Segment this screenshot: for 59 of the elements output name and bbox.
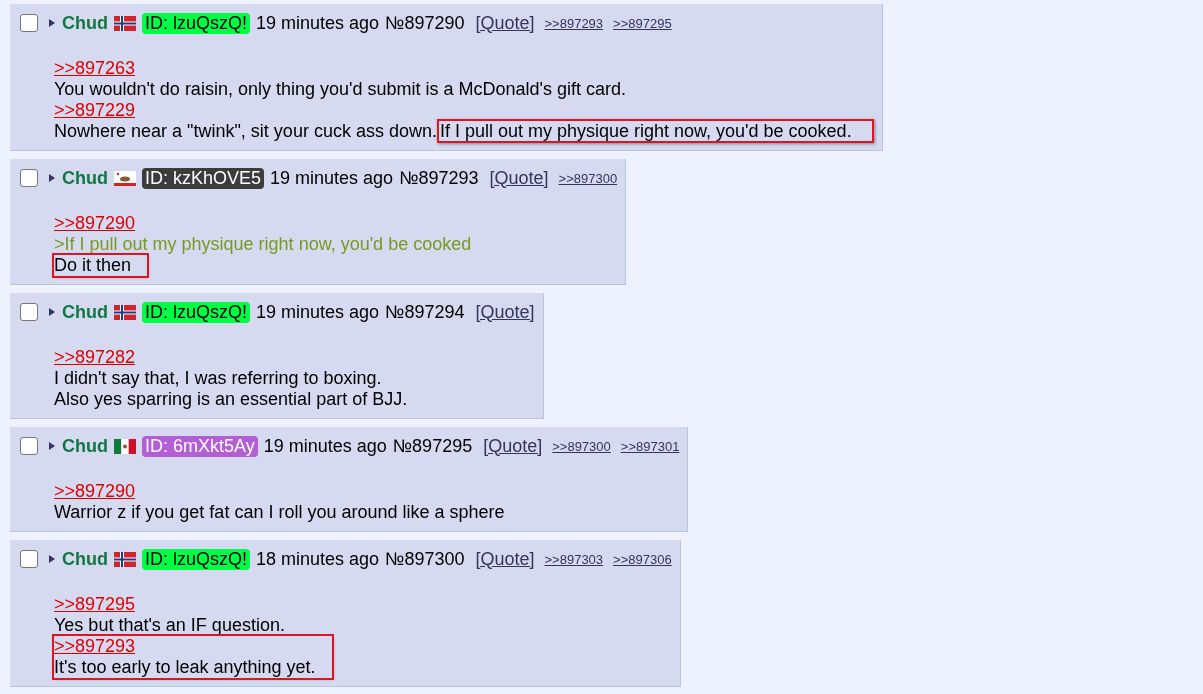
poster-name: Chud <box>62 548 108 570</box>
backlink[interactable]: >>897303 <box>544 551 604 567</box>
quote-reference-link[interactable]: >>897282 <box>54 347 136 367</box>
quote-link[interactable]: [Quote] <box>483 435 543 457</box>
backlink[interactable]: >>897306 <box>613 551 672 567</box>
poster-id-badge[interactable]: ID: lzuQszQ! <box>142 12 250 34</box>
poster-id-badge[interactable]: ID: 6mXkt5Ay <box>142 435 258 457</box>
post-text: Yes but that's an IF question. <box>54 615 285 635</box>
poster-id-badge[interactable]: ID: lzuQszQ! <box>142 301 250 323</box>
quote-reference-link[interactable]: >>897229 <box>54 100 136 120</box>
quote-reference-link[interactable]: >>897263 <box>54 58 136 78</box>
post-text: You wouldn't do raisin, only thing you'd submit is a McDonald's gift card. <box>54 79 626 99</box>
poster-name: Chud <box>62 435 108 457</box>
backlink[interactable]: >>897293 <box>544 15 604 31</box>
post-text: Also yes sparring is an essential part of BJJ. <box>54 389 408 409</box>
quote-link[interactable]: [Quote] <box>475 12 535 34</box>
backlink[interactable]: >>897300 <box>558 170 618 186</box>
post-number[interactable]: №897295 <box>392 435 473 457</box>
post-number[interactable]: №897293 <box>399 167 479 189</box>
highlighted-text: If I pull out my physique right now, you'd be cooked. <box>436 119 874 143</box>
post-text: It's too early to leak anything yet. <box>54 657 316 677</box>
quote-reference-link[interactable]: >>897295 <box>54 594 136 614</box>
checkbox[interactable] <box>20 169 38 187</box>
backlink[interactable]: >>897295 <box>613 15 672 31</box>
checkbox[interactable] <box>20 14 38 32</box>
poster-id-badge[interactable]: ID: lzuQszQ! <box>142 548 250 570</box>
poster-name: Chud <box>62 301 108 323</box>
post-number[interactable]: №897294 <box>385 301 465 323</box>
backlink[interactable]: >>897301 <box>620 438 680 454</box>
checkbox[interactable] <box>20 550 38 568</box>
post-time: 19 minutes ago <box>256 301 380 323</box>
poster-name: Chud <box>62 12 108 34</box>
quote-link[interactable]: [Quote] <box>475 548 535 570</box>
post-number[interactable]: №897290 <box>385 12 465 34</box>
quote-link[interactable]: [Quote] <box>489 167 549 189</box>
triangle-icon[interactable] <box>48 441 56 451</box>
post-time: 19 minutes ago <box>256 12 380 34</box>
checkbox[interactable] <box>20 437 38 455</box>
post-text: Warrior z if you get fat can I roll you around like a sphere <box>54 502 505 522</box>
post-time: 18 minutes ago <box>256 548 380 570</box>
quote-reference-link[interactable]: >>897290 <box>54 481 136 501</box>
greentext-quote: >If I pull out my physique right now, you'd be cooked <box>54 234 472 254</box>
triangle-icon[interactable] <box>48 307 56 317</box>
checkbox[interactable] <box>20 303 38 321</box>
triangle-icon[interactable] <box>48 18 56 28</box>
post-text: I didn't say that, I was referring to boxing. <box>54 368 382 388</box>
post-number[interactable]: №897300 <box>385 548 465 570</box>
backlink[interactable]: >>897300 <box>552 438 611 454</box>
quote-link[interactable]: [Quote] <box>475 301 535 323</box>
triangle-icon[interactable] <box>48 173 56 183</box>
quote-reference-link[interactable]: >>897293 <box>54 636 136 656</box>
post-time: 19 minutes ago <box>270 167 394 189</box>
post-time: 19 minutes ago <box>263 435 387 457</box>
poster-name: Chud <box>62 167 108 189</box>
triangle-icon[interactable] <box>48 554 56 564</box>
post-text: Do it then <box>54 255 132 275</box>
quote-reference-link[interactable]: >>897290 <box>54 213 136 233</box>
poster-id-badge[interactable]: ID: kzKhOVE5 <box>142 167 265 189</box>
post-text: Nowhere near a "twink", sit your cuck ass down. <box>54 121 437 141</box>
